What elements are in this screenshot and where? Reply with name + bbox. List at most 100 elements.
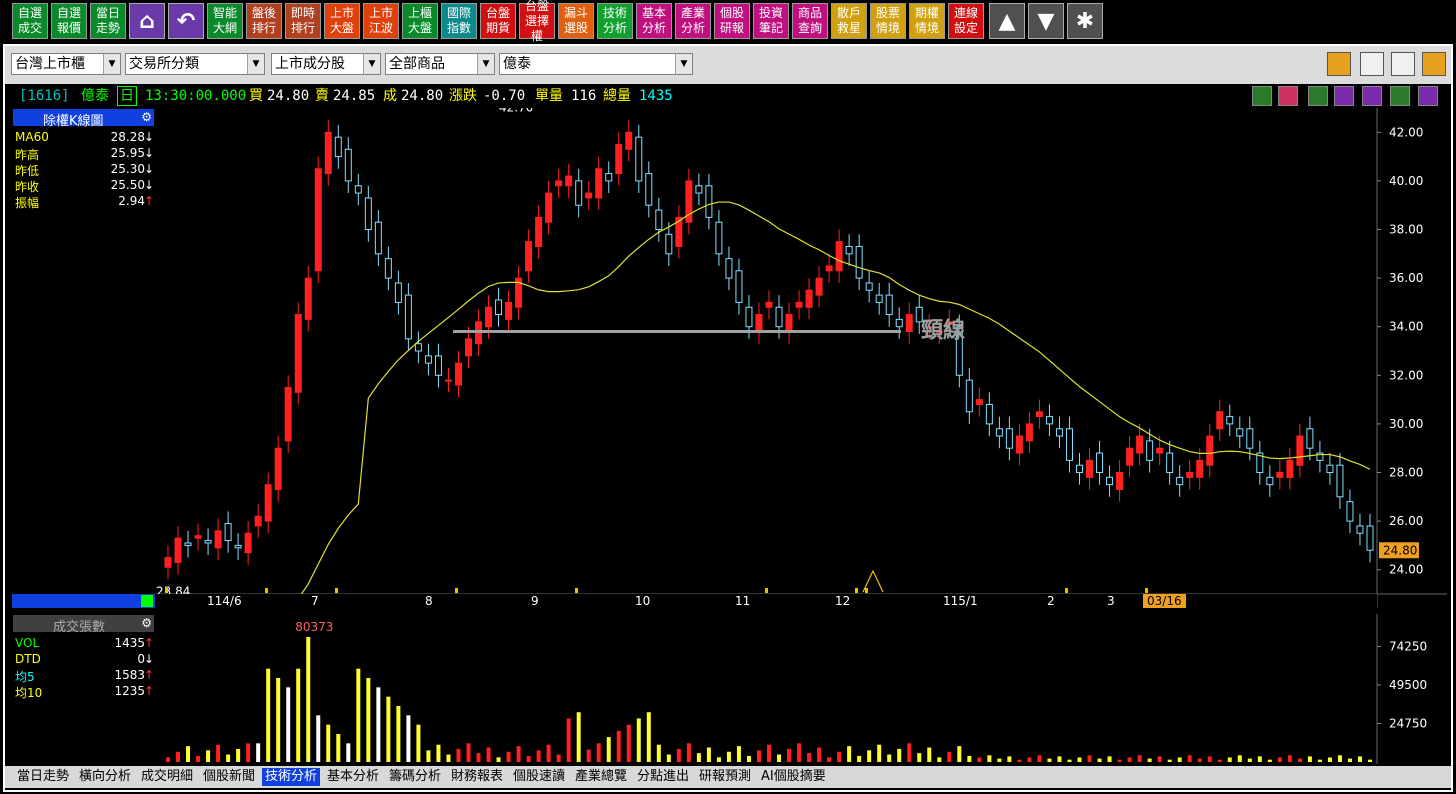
stock-select[interactable]: 億泰 ▼ — [499, 53, 693, 75]
popout-icon[interactable] — [1422, 52, 1446, 76]
split-window-icon[interactable] — [1391, 52, 1415, 76]
home-icon[interactable]: ⌂ — [129, 3, 165, 39]
candle-body — [1116, 472, 1124, 491]
compare-icon[interactable] — [1278, 86, 1298, 106]
toolbar-button-10[interactable]: 台盤 期貨 — [480, 3, 516, 39]
category-select[interactable]: 交易所分類 ▼ — [125, 53, 265, 75]
volume-bar — [1147, 758, 1152, 762]
tab-3[interactable]: 個股新聞 — [200, 768, 258, 786]
volume-bar — [1047, 758, 1052, 762]
volume-chart[interactable]: 74250 49500 24750 80373 — [155, 614, 1447, 764]
volume-bar — [1137, 755, 1142, 762]
tab-0[interactable]: 當日走勢 — [14, 768, 72, 786]
candle-body — [565, 175, 573, 187]
toolbar-button-15[interactable]: 產業 分析 — [675, 3, 711, 39]
asterisk-icon[interactable]: ✱ — [1067, 3, 1103, 39]
date-axis: 114/6 7 8 9 10 11 12 115/1 2 3 03/16 — [155, 594, 1377, 608]
tab-12[interactable]: AI個股摘要 — [758, 768, 829, 786]
candle-body — [394, 282, 402, 303]
volume-bar — [937, 757, 942, 762]
toolbar-button-2[interactable]: 當日 走勢 — [90, 3, 126, 39]
chart-style-icon[interactable] — [1327, 52, 1351, 76]
candle-body — [1276, 472, 1284, 478]
zoom-out-icon[interactable] — [1362, 86, 1382, 106]
toolbar-button-16[interactable]: 個股 研報 — [714, 3, 750, 39]
last-price-label: 24.80 — [1383, 543, 1417, 557]
toolbar-button-18[interactable]: 商品 查詢 — [792, 3, 828, 39]
volume-bar — [386, 696, 391, 762]
quote-time: 13:30:00.000 — [145, 88, 247, 104]
toolbar-button-9[interactable]: 國際 指數 — [441, 3, 477, 39]
toolbar-button-7[interactable]: 上市 江波 — [363, 3, 399, 39]
tab-1[interactable]: 橫向分析 — [76, 768, 134, 786]
volume-bar — [656, 744, 661, 762]
toolbar-button-11[interactable]: 台盤 選擇權 — [519, 0, 555, 43]
candle-body — [284, 386, 292, 442]
candle-body — [1005, 428, 1013, 449]
arrow-down-icon[interactable]: ▼ — [1028, 3, 1064, 39]
toolbar-button-6[interactable]: 上市 大盤 — [324, 3, 360, 39]
toolbar-button-4[interactable]: 盤後 排行 — [246, 3, 282, 39]
k-footer-bar — [12, 594, 155, 608]
products-select[interactable]: 全部商品 ▼ — [385, 53, 495, 75]
market-select[interactable]: 台灣上市櫃 ▼ — [11, 53, 121, 75]
tab-11[interactable]: 研報預測 — [696, 768, 754, 786]
x-tick-label: 12 — [835, 594, 851, 608]
candle-body — [785, 314, 793, 333]
undo-icon[interactable]: ↶ — [168, 3, 204, 39]
volume-bar — [1177, 757, 1182, 762]
tab-9[interactable]: 產業總覽 — [572, 768, 630, 786]
tab-2[interactable]: 成交明細 — [138, 768, 196, 786]
products-select-value: 全部商品 — [389, 56, 445, 72]
volume-bar — [1107, 756, 1112, 762]
k-line-chart[interactable]: 42.00 40.00 38.00 36.00 34.00 32.00 30.00 28.00… — [155, 108, 1447, 608]
arrow-up-icon: ↑ — [143, 668, 154, 682]
toolbar-button-21[interactable]: 期權 情境 — [909, 3, 945, 39]
expand-icon[interactable] — [1418, 86, 1438, 106]
event-marker — [335, 588, 338, 593]
tab-8[interactable]: 個股速讀 — [510, 768, 568, 786]
toolbar-button-20[interactable]: 股票 情境 — [870, 3, 906, 39]
y-tick-label: 42.00 — [1389, 125, 1423, 139]
tab-4[interactable]: 技術分析 — [262, 768, 321, 786]
toolbar-button-5[interactable]: 即時 排行 — [285, 3, 321, 39]
volume-bar — [236, 748, 241, 762]
volume-bar — [366, 678, 371, 762]
menu-lines-icon[interactable] — [1390, 86, 1410, 106]
toolbar-button-12[interactable]: 漏斗 選股 — [558, 3, 594, 39]
tab-6[interactable]: 籌碼分析 — [386, 768, 444, 786]
toolbar-button-14[interactable]: 基本 分析 — [636, 3, 672, 39]
grid-icon[interactable] — [1252, 86, 1272, 106]
subcategory-select[interactable]: 上市成分股 ▼ — [271, 53, 381, 75]
zoom-in-icon[interactable] — [1334, 86, 1354, 106]
tab-5[interactable]: 基本分析 — [324, 768, 382, 786]
event-marker — [455, 588, 458, 593]
arrow-down-icon: ↓ — [143, 178, 154, 192]
toolbar-button-13[interactable]: 技術 分析 — [597, 3, 633, 39]
candle-body — [1306, 428, 1314, 449]
candle-body — [1065, 428, 1073, 461]
toolbar-button-1[interactable]: 自選 報價 — [51, 3, 87, 39]
indicator-icon[interactable] — [1308, 86, 1328, 106]
volume-bar — [787, 748, 792, 762]
volume-bar — [456, 748, 461, 762]
stock-name: 億泰 — [81, 88, 109, 104]
tab-10[interactable]: 分點進出 — [634, 768, 692, 786]
toolbar-button-22[interactable]: 連線 設定 — [948, 3, 984, 39]
candle-body — [1236, 428, 1244, 437]
toolbar-button-0[interactable]: 自選 成交 — [12, 3, 48, 39]
settings-gear-icon[interactable]: ⚙ — [141, 110, 152, 124]
tab-7[interactable]: 財務報表 — [448, 768, 506, 786]
toolbar-button-8[interactable]: 上櫃 大盤 — [402, 3, 438, 39]
arrow-up-icon[interactable]: ▲ — [989, 3, 1025, 39]
deal-label: 成 — [383, 88, 397, 104]
volume-bar — [526, 755, 531, 762]
toolbar-button-19[interactable]: 散戶 救星 — [831, 3, 867, 39]
settings-gear-icon[interactable]: ⚙ — [141, 616, 152, 630]
cursor-icon[interactable] — [1360, 52, 1384, 76]
volume-bar — [216, 744, 221, 762]
toolbar-button-17[interactable]: 投資 筆記 — [753, 3, 789, 39]
candle-body — [965, 379, 973, 413]
toolbar-button-3[interactable]: 智能 大網 — [207, 3, 243, 39]
period-button[interactable]: 日 — [117, 86, 137, 106]
